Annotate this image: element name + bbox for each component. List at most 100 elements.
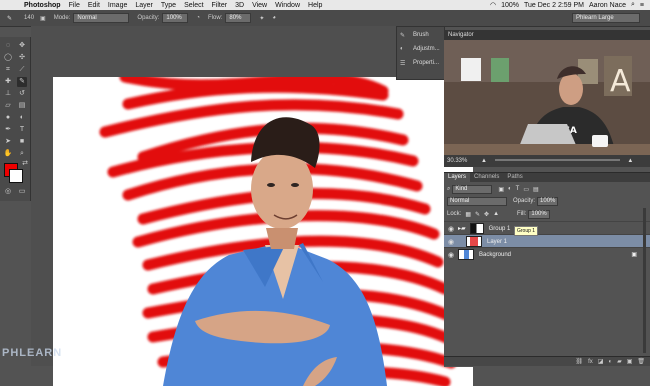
app-menu[interactable]: Photoshop <box>24 2 61 9</box>
layers-scrollbar[interactable] <box>643 208 646 353</box>
menu-filter[interactable]: Filter <box>212 2 228 9</box>
lock-position-icon[interactable]: ✥ <box>484 211 489 218</box>
canvas[interactable] <box>53 77 473 386</box>
zoom-out-icon[interactable]: ▲ <box>481 158 487 164</box>
menu-window[interactable]: Window <box>275 2 300 9</box>
gradient-tool-icon[interactable]: ▤ <box>17 101 27 111</box>
layer-mask-icon[interactable]: ◪ <box>598 358 604 365</box>
lock-image-icon[interactable]: ✎ <box>475 211 480 218</box>
opacity-field[interactable]: 100% <box>162 13 189 23</box>
filter-adjustment-icon[interactable]: ◐ <box>508 186 512 192</box>
new-group-icon[interactable]: ▰ <box>617 358 622 365</box>
menu-image[interactable]: Image <box>108 2 127 9</box>
background-color-swatch[interactable] <box>9 169 23 183</box>
new-layer-icon[interactable]: ▣ <box>627 358 633 365</box>
link-layers-icon[interactable]: ⛓ <box>575 358 583 365</box>
healing-tool-icon[interactable]: ✚ <box>3 77 13 87</box>
layer-thumbnail <box>458 249 474 260</box>
layer-opacity-field[interactable]: 100% <box>537 196 559 206</box>
search-icon[interactable]: ⌕ <box>631 1 635 9</box>
marquee-tool-icon[interactable]: ◌ <box>3 41 13 51</box>
filter-smart-icon[interactable]: ▤ <box>533 186 539 193</box>
fill-field[interactable]: 100% <box>528 209 550 219</box>
adjustment-layer-icon[interactable]: ◐ <box>608 359 612 365</box>
layer-style-icon[interactable]: fx <box>588 359 593 365</box>
menu-3d[interactable]: 3D <box>235 2 244 9</box>
shape-tool-icon[interactable]: ■ <box>17 137 27 147</box>
menu-select[interactable]: Select <box>184 2 203 9</box>
filter-search-icon[interactable]: ⌕ <box>447 186 450 193</box>
decor-letter-a: A <box>610 64 631 99</box>
filter-type-icon[interactable]: T <box>516 186 520 192</box>
menu-help[interactable]: Help <box>308 2 322 9</box>
blur-tool-icon[interactable]: ● <box>3 113 13 123</box>
quick-select-icon[interactable]: ✣ <box>17 53 27 63</box>
adjustments-panel-label: Adjustm... <box>413 46 440 52</box>
kind-select[interactable]: Kind <box>452 184 493 194</box>
eyedropper-icon[interactable]: ⟋ <box>17 65 27 75</box>
flow-field[interactable]: 80% <box>225 13 252 23</box>
screen-mode-icon[interactable]: ▭ <box>17 187 27 197</box>
pressure-opacity-icon[interactable]: ◔ <box>196 15 200 21</box>
menu-type[interactable]: Type <box>161 2 176 9</box>
type-tool-icon[interactable]: T <box>17 125 27 135</box>
brush-panel-icon[interactable]: ▣ <box>40 15 46 22</box>
workspace-select[interactable]: Phlearn Large <box>572 13 640 23</box>
adjustments-panel-item[interactable]: ◐ Adjustm... <box>397 43 444 55</box>
zoom-readout[interactable]: 30.33% <box>447 158 467 164</box>
eye-icon[interactable]: ◉ <box>444 238 458 246</box>
quick-mask-icon[interactable]: ◎ <box>3 187 13 197</box>
layers-tabs: Layers Channels Paths <box>444 173 650 182</box>
brush-tool-icon[interactable]: ✎ <box>7 15 12 22</box>
eye-icon[interactable]: ◉ <box>444 225 458 233</box>
lock-transparent-icon[interactable]: ▦ <box>465 211 471 218</box>
lock-all-icon[interactable]: ▲ <box>493 211 499 217</box>
move-tool-icon[interactable]: ✥ <box>17 41 27 51</box>
layer-row-background[interactable]: ◉ Background ▣ <box>444 247 650 261</box>
crop-tool-icon[interactable]: ⌗ <box>3 65 13 75</box>
brush-size-label[interactable]: 140 <box>24 15 34 21</box>
layer-row-layer1[interactable]: ◉ Layer 1 <box>444 234 650 248</box>
zoom-in-icon[interactable]: ▲ <box>627 158 633 164</box>
path-select-icon[interactable]: ➤ <box>3 137 13 147</box>
blend-mode-select[interactable]: Normal <box>447 196 507 206</box>
clock-text[interactable]: Tue Dec 2 2:59 PM <box>524 2 584 9</box>
lock-label: Lock: <box>447 211 462 217</box>
dodge-tool-icon[interactable]: ◐ <box>17 113 27 123</box>
mode-select[interactable]: Normal <box>73 13 130 23</box>
pressure-size-icon[interactable]: ◕ <box>272 15 276 21</box>
tab-paths[interactable]: Paths <box>503 173 526 182</box>
trash-icon[interactable]: 🗑 <box>637 358 645 365</box>
tab-channels[interactable]: Channels <box>470 173 503 182</box>
list-icon[interactable]: ≡ <box>640 2 644 9</box>
pen-tool-icon[interactable]: ✒ <box>3 125 13 135</box>
collapsed-panels: ✎ Brush ◐ Adjustm... ☰ Properti... <box>396 26 445 80</box>
lasso-tool-icon[interactable]: ◯ <box>3 53 13 63</box>
mode-label: Mode: <box>53 15 71 21</box>
zoom-tool-icon[interactable]: ⌕ <box>17 149 27 159</box>
hand-tool-icon[interactable]: ✋ <box>3 149 13 159</box>
zoom-slider[interactable] <box>494 159 620 162</box>
tab-layers[interactable]: Layers <box>444 173 471 182</box>
user-name[interactable]: Aaron Nace <box>589 2 626 9</box>
menu-view[interactable]: View <box>252 2 267 9</box>
layers-panel: Layers Channels Paths ⌕ Kind ▣ ◐ T ▭ ▤ N… <box>444 172 650 367</box>
layer-row-group[interactable]: ◉ ▸▰ Group 1 <box>444 221 650 235</box>
eye-icon[interactable]: ◉ <box>444 251 458 259</box>
airbrush-icon[interactable]: ✦ <box>259 15 264 22</box>
history-brush-icon[interactable]: ↺ <box>17 89 27 99</box>
canvas-artwork <box>99 77 457 386</box>
menu-file[interactable]: File <box>69 2 80 9</box>
wifi-icon[interactable]: ◠ <box>490 1 496 9</box>
menu-edit[interactable]: Edit <box>88 2 100 9</box>
brush-panel-item[interactable]: ✎ Brush <box>397 29 444 41</box>
brush-tool-active-icon[interactable]: ✎ <box>17 77 27 87</box>
eraser-tool-icon[interactable]: ▱ <box>3 101 13 111</box>
menu-layer[interactable]: Layer <box>135 2 153 9</box>
filter-shape-icon[interactable]: ▭ <box>523 186 529 193</box>
filter-pixel-icon[interactable]: ▣ <box>498 186 504 193</box>
properties-panel-item[interactable]: ☰ Properti... <box>397 57 444 69</box>
battery-percent[interactable]: 100% <box>501 2 519 9</box>
stamp-tool-icon[interactable]: ⊥ <box>3 89 13 99</box>
swap-colors-icon[interactable]: ⇄ <box>20 159 30 169</box>
